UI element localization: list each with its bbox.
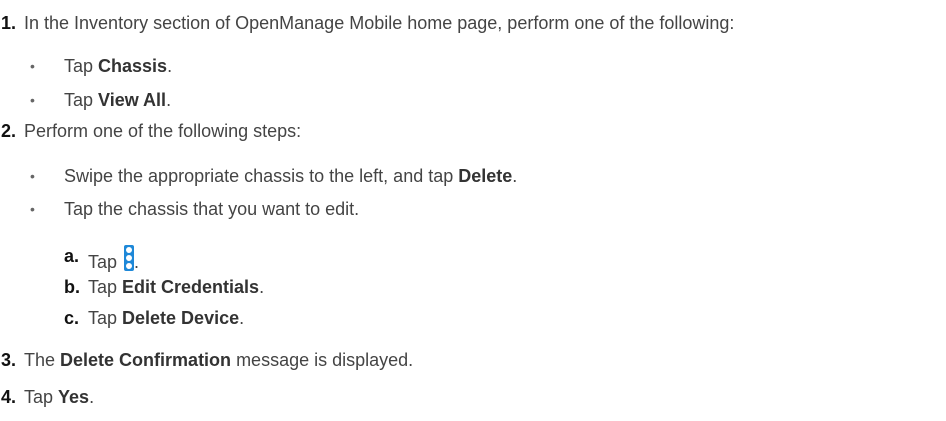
step-text: message is displayed. bbox=[231, 350, 414, 370]
bullet-text: . bbox=[167, 56, 173, 76]
kebab-menu-icon bbox=[124, 245, 135, 271]
ui-term: Delete bbox=[458, 166, 513, 186]
substep-text: Tap bbox=[88, 308, 123, 328]
bullet-text: Tap bbox=[64, 90, 99, 110]
ui-term: Edit Credentials bbox=[122, 277, 260, 297]
substep-item: Tap Edit Credentials. bbox=[88, 276, 264, 298]
substep-letter: b. bbox=[64, 277, 80, 297]
bullet-item: Tap View All. bbox=[64, 89, 171, 111]
bullet-text: Tap bbox=[64, 56, 99, 76]
step-item: The Delete Confirmation message is displ… bbox=[24, 349, 413, 371]
step-item: Tap Yes. bbox=[24, 386, 94, 408]
ui-term: Delete Device bbox=[122, 308, 240, 328]
substep-text: Tap bbox=[88, 252, 123, 272]
ui-term: Chassis bbox=[98, 56, 168, 76]
step-number: 1. bbox=[1, 13, 17, 33]
bullet-text: Tap the chassis that you want to edit. bbox=[64, 199, 360, 219]
step-text: In the Inventory section of OpenManage M… bbox=[24, 13, 735, 33]
substep-item: Tap . bbox=[88, 245, 139, 273]
bullet-dot: • bbox=[30, 92, 35, 108]
ui-term: Delete Confirmation bbox=[60, 350, 232, 370]
step-text: The bbox=[24, 350, 61, 370]
bullet-text: . bbox=[166, 90, 172, 110]
bullet-text: Swipe the appropriate chassis to the lef… bbox=[64, 166, 459, 186]
step-text: . bbox=[89, 387, 95, 407]
bullet-dot: • bbox=[30, 201, 35, 217]
step-text: Perform one of the following steps: bbox=[24, 121, 302, 141]
substep-item: Tap Delete Device. bbox=[88, 307, 244, 329]
substep-text: . bbox=[259, 277, 265, 297]
bullet-item: Tap Chassis. bbox=[64, 55, 172, 77]
substep-text: . bbox=[239, 308, 245, 328]
step-number: 2. bbox=[1, 121, 17, 141]
ui-term: Yes bbox=[58, 387, 90, 407]
bullet-text: . bbox=[512, 166, 518, 186]
bullet-dot: • bbox=[30, 168, 35, 184]
substep-letter: c. bbox=[64, 308, 80, 328]
step-number: 4. bbox=[1, 387, 17, 407]
substep-text: . bbox=[134, 252, 140, 272]
substep-letter: a. bbox=[64, 246, 80, 266]
bullet-dot: • bbox=[30, 58, 35, 74]
instruction-document: 1. In the Inventory section of OpenManag… bbox=[0, 0, 946, 421]
step-number: 3. bbox=[1, 350, 17, 370]
bullet-item: Swipe the appropriate chassis to the lef… bbox=[64, 165, 517, 187]
substep-text: Tap bbox=[88, 277, 123, 297]
step-text: Tap bbox=[24, 387, 59, 407]
ui-term: View All bbox=[98, 90, 167, 110]
